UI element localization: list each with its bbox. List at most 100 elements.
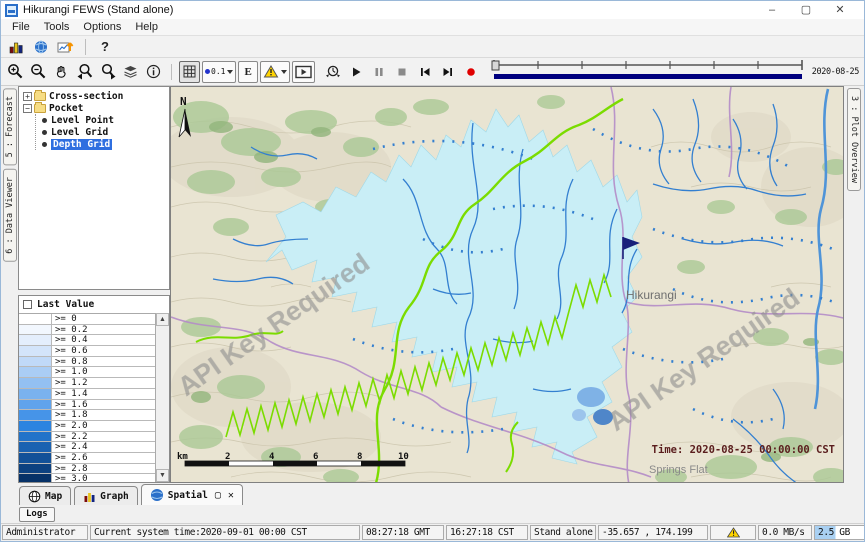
thresholds-button[interactable]: [260, 61, 290, 83]
contour-lines-button[interactable]: E: [238, 61, 257, 83]
legend-class-label: >= 3.0: [52, 474, 155, 482]
legend-color-swatch: [19, 314, 52, 324]
show-grid-button[interactable]: [179, 61, 200, 83]
collapse-minus-icon[interactable]: −: [23, 104, 32, 113]
map-viewport[interactable]: API Key Required API Key Required Hikura…: [170, 86, 844, 483]
globe-icon: [33, 39, 49, 55]
stop-icon: [395, 65, 409, 79]
status-bar: Administrator Current system time:2020-0…: [1, 523, 864, 541]
place-label-hikurangi: Hikurangi: [626, 288, 677, 302]
legend-class-label: >= 0: [52, 314, 155, 324]
tree-item-label: Level Grid: [51, 127, 108, 138]
tab-graph[interactable]: Graph: [74, 486, 138, 505]
dock-maximize-icon[interactable]: ▢: [215, 490, 221, 501]
dock-close-icon[interactable]: ✕: [228, 490, 234, 501]
legend-row[interactable]: >= 1.6: [19, 400, 155, 411]
logs-button[interactable]: Logs: [19, 507, 55, 522]
spatial-display-button[interactable]: [30, 37, 51, 57]
scale-tick: 4: [269, 452, 275, 462]
legend-row[interactable]: >= 2.8: [19, 464, 155, 475]
info-button[interactable]: [143, 62, 164, 82]
step-back-button[interactable]: [415, 62, 436, 82]
grid-icon: [182, 64, 197, 79]
help-button[interactable]: ?: [95, 39, 115, 54]
legend-row[interactable]: >= 0.8: [19, 357, 155, 368]
legend-row[interactable]: >= 1.0: [19, 367, 155, 378]
zoom-out-button[interactable]: [28, 62, 49, 82]
warning-triangle-icon: [263, 64, 279, 79]
hand-icon: [53, 63, 70, 80]
tab-map-label: Map: [45, 491, 62, 502]
legend-row[interactable]: >= 0.6: [19, 346, 155, 357]
legend-row[interactable]: >= 1.8: [19, 410, 155, 421]
menu-options[interactable]: Options: [76, 20, 128, 34]
status-warning-cell[interactable]: [710, 525, 756, 540]
animation-movie-button[interactable]: [292, 61, 315, 83]
legend-color-swatch: [19, 325, 52, 335]
pan-button[interactable]: [51, 62, 72, 82]
legend-row[interactable]: >= 0.2: [19, 325, 155, 336]
legend-row[interactable]: >= 0.4: [19, 335, 155, 346]
zoom-next-button[interactable]: [97, 62, 118, 82]
legend-row[interactable]: >= 0: [19, 314, 155, 325]
info-icon: [145, 63, 162, 80]
tree-item-label: Pocket: [49, 103, 83, 114]
record-button[interactable]: [461, 62, 482, 82]
last-value-checkbox[interactable]: [23, 300, 32, 309]
last-value-toggle[interactable]: Last Value: [19, 296, 169, 313]
legend-panel: Last Value >= 0>= 0.2>= 0.4>= 0.6>= 0.8>…: [18, 295, 170, 483]
folder-icon: [34, 92, 46, 101]
zoom-in-button[interactable]: [5, 62, 26, 82]
tree-item-depth-grid[interactable]: Depth Grid: [36, 138, 167, 150]
time-slider[interactable]: [490, 57, 806, 86]
menu-file[interactable]: File: [5, 20, 37, 34]
legend-row[interactable]: >= 3.0: [19, 474, 155, 482]
tree-item-level-grid[interactable]: Level Grid: [36, 126, 167, 138]
scroll-down-icon[interactable]: ▼: [156, 469, 169, 482]
database-viewer-button[interactable]: [55, 37, 76, 57]
map-canvas[interactable]: API Key Required API Key Required Hikura…: [171, 87, 844, 483]
close-button[interactable]: ✕: [834, 2, 846, 18]
legend-row[interactable]: >= 2.0: [19, 421, 155, 432]
step-forward-button[interactable]: [438, 62, 459, 82]
animation-speed-button[interactable]: [323, 62, 344, 82]
logs-row: Logs: [1, 505, 864, 523]
menu-help[interactable]: Help: [128, 20, 165, 34]
legend-color-swatch: [19, 453, 52, 463]
legend-row[interactable]: >= 1.4: [19, 389, 155, 400]
legend-row[interactable]: >= 2.4: [19, 442, 155, 453]
tab-plot-overview[interactable]: 3 : Plot Overview: [847, 88, 861, 191]
legend-color-swatch: [19, 410, 52, 420]
tree-item-level-point[interactable]: Level Point: [36, 114, 167, 126]
stopwatch-icon: [324, 63, 342, 80]
play-button[interactable]: [346, 62, 367, 82]
globe-wireframe-icon: [28, 490, 41, 503]
legend-class-label: >= 1.2: [52, 378, 155, 388]
zoom-previous-button[interactable]: [74, 62, 95, 82]
expand-plus-icon[interactable]: +: [23, 92, 32, 101]
menu-tools[interactable]: Tools: [37, 20, 77, 34]
layers-button[interactable]: [120, 62, 141, 82]
application-window: Hikurangi FEWS (Stand alone) – ▢ ✕ File …: [0, 0, 865, 542]
tab-map[interactable]: Map: [19, 486, 71, 505]
tree-item-pocket[interactable]: − Pocket: [21, 102, 167, 114]
tab-spatial[interactable]: Spatial ▢ ✕: [141, 484, 243, 505]
legend-row[interactable]: >= 2.6: [19, 453, 155, 464]
layers-icon: [122, 63, 139, 80]
scroll-up-icon[interactable]: ▲: [156, 313, 169, 326]
stop-button[interactable]: [392, 62, 413, 82]
legend-row[interactable]: >= 2.2: [19, 432, 155, 443]
timeseries-display-button[interactable]: [5, 37, 26, 57]
classification-interval-button[interactable]: 0.1: [202, 61, 236, 83]
minimize-button[interactable]: –: [766, 2, 778, 18]
tree-item-cross-section[interactable]: + Cross-section: [21, 90, 167, 102]
legend-color-swatch: [19, 335, 52, 345]
tab-forecast[interactable]: 5 : Forecast: [3, 88, 17, 165]
legend-row[interactable]: >= 1.2: [19, 378, 155, 389]
time-slider-thumb[interactable]: [492, 61, 499, 70]
maximize-button[interactable]: ▢: [800, 2, 812, 18]
skip-to-start-icon: [418, 65, 432, 79]
legend-scrollbar[interactable]: ▲ ▼: [155, 313, 169, 482]
tab-data-viewer[interactable]: 6 : Data Viewer: [3, 169, 17, 262]
pause-button[interactable]: [369, 62, 390, 82]
